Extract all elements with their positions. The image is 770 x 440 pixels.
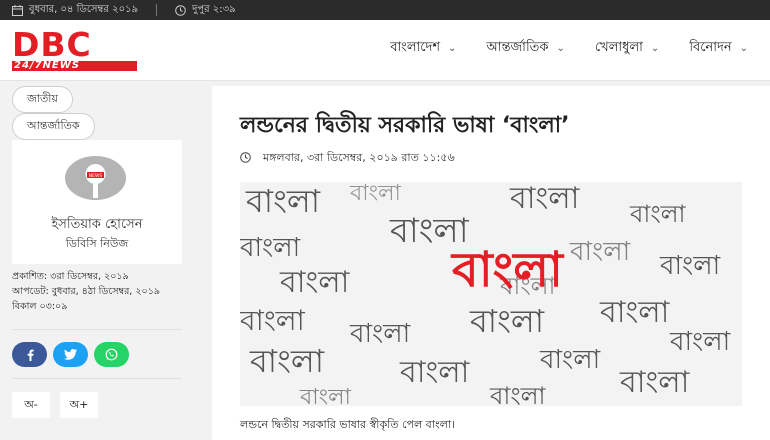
calendar-icon — [12, 4, 23, 16]
hero-word-bg: বাংলা — [399, 355, 471, 390]
updated-date: আপডেট: বুধবার, ৪ঠা ডিসেম্বর, ২০১৯ বিকাল … — [12, 286, 161, 312]
whatsapp-share-button[interactable] — [94, 342, 129, 367]
font-size-controls: অ- অ+ — [12, 392, 98, 418]
share-buttons — [12, 342, 129, 367]
hero-word-bg: বাংলা — [249, 342, 325, 380]
twitter-icon — [64, 349, 77, 360]
logo-main-text: DBC — [12, 25, 92, 64]
nav-item-sports[interactable]: খেলাধুলা ⌄ — [595, 38, 659, 59]
hero-word-bg: বাংলা — [629, 200, 687, 228]
facebook-share-button[interactable] — [12, 342, 47, 367]
nav-item-label: আন্তর্জাতিক — [486, 40, 549, 55]
chevron-down-icon: ⌄ — [556, 43, 565, 54]
nav-item-label: বিনোদন — [689, 40, 732, 55]
microphone-icon: NEWS — [65, 156, 126, 200]
chevron-down-icon: ⌄ — [739, 43, 748, 54]
nav-item-entertainment[interactable]: বিনোদন ⌄ — [689, 38, 748, 59]
hero-word-bg: বাংলা — [509, 182, 581, 216]
hero-word-bg: বাংলা — [349, 182, 401, 206]
top-bar: বুধবার, ০৪ ডিসেম্বর ২০১৯ দুপুর ২:৩৯ — [0, 0, 770, 20]
date-display: বুধবার, ০৪ ডিসেম্বর ২০১৯ — [12, 2, 138, 19]
current-time: দুপুর ২:৩৯ — [192, 3, 236, 15]
tag-national[interactable]: জাতীয় — [12, 86, 73, 113]
hero-word-bg: বাংলা — [245, 182, 321, 220]
chevron-down-icon: ⌄ — [448, 43, 457, 54]
whatsapp-icon — [105, 348, 118, 361]
publish-meta: প্রকাশিত: ৩রা ডিসেম্বর, ২০১৯ আপডেট: বুধব… — [12, 269, 182, 314]
author-org: ডিবিসি নিউজ — [65, 237, 129, 250]
published-date: প্রকাশিত: ৩রা ডিসেম্বর, ২০১৯ — [12, 271, 129, 282]
divider — [12, 378, 182, 379]
current-date: বুধবার, ০৪ ডিসেম্বর ২০১৯ — [29, 3, 139, 15]
chevron-down-icon: ⌄ — [650, 43, 660, 54]
dbc-logo[interactable]: DBC 24/7NEWS — [12, 28, 137, 72]
divider — [12, 329, 182, 330]
nav-item-label: খেলাধুলা — [594, 40, 643, 55]
hero-word-bg: বাংলা — [240, 304, 306, 337]
nav-item-international[interactable]: আন্তর্জাতিক ⌄ — [486, 38, 564, 59]
author-card: NEWS ইসতিয়াক হোসেন ডিবিসি নিউজ — [12, 140, 182, 264]
main-nav: বাংলাদেশ ⌄ আন্তর্জাতিক ⌄ খেলাধুলা ⌄ বিনো… — [360, 38, 748, 59]
clock-icon — [240, 151, 251, 166]
hero-word-bg: বাংলা — [659, 251, 721, 281]
font-increase-button[interactable]: অ+ — [60, 392, 98, 418]
hero-word-bg: বাংলা — [669, 327, 731, 357]
site-header: DBC 24/7NEWS বাংলাদেশ ⌄ আন্তর্জাতিক ⌄ খে… — [0, 20, 770, 81]
logo-sub-text: 24/7NEWS — [14, 60, 80, 71]
hero-word-bg: বাংলা — [599, 295, 671, 330]
article-title: লন্ডনের দ্বিতীয় সরকারি ভাষা ‘বাংলা’ — [240, 113, 570, 138]
facebook-icon — [27, 349, 34, 361]
mic-label: NEWS — [89, 173, 103, 179]
clock-icon — [175, 4, 186, 16]
author-name: ইসতিয়াক হোসেন — [51, 217, 143, 232]
divider — [156, 4, 158, 16]
hero-image[interactable]: বাংলা বাংলা বাংলা বাংলা বাংলা বাংলা বাংল… — [240, 182, 742, 406]
time-display: দুপুর ২:৩৯ — [175, 2, 236, 19]
hero-word-bg: বাংলা — [299, 385, 351, 406]
hero-word-bg: বাংলা — [619, 365, 691, 400]
nav-item-bangladesh[interactable]: বাংলাদেশ ⌄ — [390, 38, 456, 59]
hero-word-bg: বাংলা — [469, 302, 545, 340]
hero-word-bg: বাংলা — [489, 382, 547, 406]
hero-word-bg: বাংলা — [240, 233, 301, 263]
tag-international[interactable]: আন্তর্জাতিক — [12, 113, 95, 140]
font-decrease-button[interactable]: অ- — [12, 392, 50, 418]
hero-word-bg: বাংলা — [279, 265, 351, 300]
hero-word-bg: বাংলা — [539, 345, 601, 375]
hero-word-red: বাংলা — [450, 242, 565, 298]
nav-item-label: বাংলাদেশ — [390, 40, 441, 55]
article-date: মঙ্গলবার, ৩রা ডিসেম্বর, ২০১৯ রাত ১১:৫৬ — [240, 149, 455, 168]
hero-word-bg: বাংলা — [349, 319, 411, 349]
hero-word-bg: বাংলা — [569, 237, 631, 267]
article-body: লন্ডনের দ্বিতীয় সরকারি ভাষা ‘বাংলা’ মঙ্… — [212, 86, 770, 440]
article-date-text: মঙ্গলবার, ৩রা ডিসেম্বর, ২০১৯ রাত ১১:৫৬ — [263, 151, 455, 164]
twitter-share-button[interactable] — [53, 342, 88, 367]
image-caption: লন্ডনে দ্বিতীয় সরকারি ভাষার স্বীকৃতি পে… — [240, 418, 456, 431]
